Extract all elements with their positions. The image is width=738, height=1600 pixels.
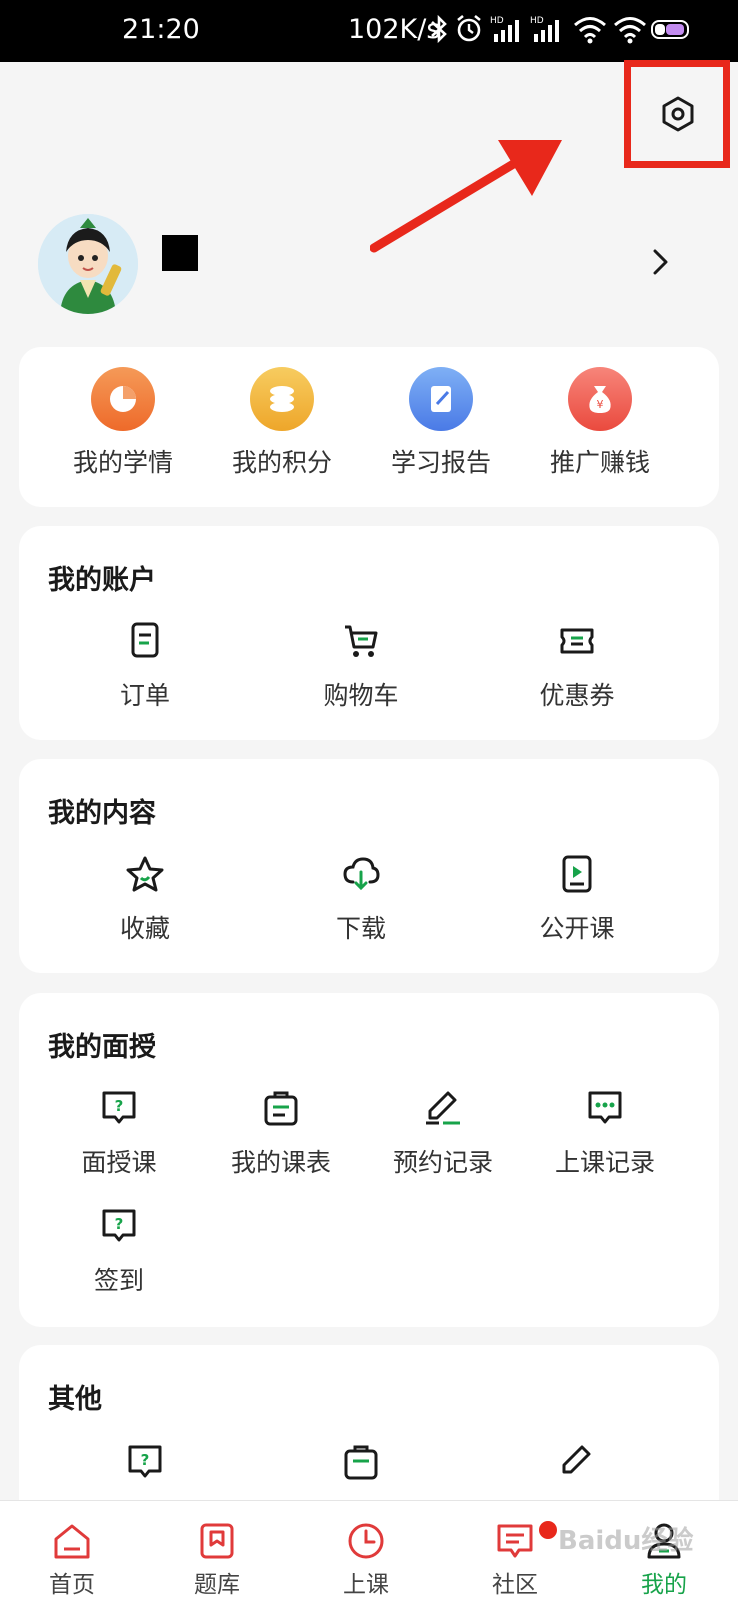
timetable-item[interactable]: 我的课表 [221, 1085, 341, 1179]
order-item[interactable]: 订单 [85, 618, 205, 712]
quick-action-label: 学习报告 [390, 448, 491, 477]
notebook-edit-icon [409, 367, 473, 431]
clock-icon [348, 1523, 384, 1559]
nav-label: 首页 [49, 1572, 95, 1598]
network-speed: 102K/s [348, 14, 441, 45]
check-in-label: 签到 [93, 1266, 144, 1295]
coupon-item[interactable]: 优惠券 [517, 618, 637, 712]
quick-action-label: 我的学情 [72, 448, 173, 477]
timetable-label: 我的课表 [230, 1148, 331, 1177]
face-teaching-card: 我的面授 ? 面授课 我的课表 预约记录 上课记录 ? 签到 [19, 993, 719, 1327]
shopping-cart-icon [301, 618, 421, 664]
svg-text:?: ? [141, 1451, 150, 1469]
status-time: 21:20 [122, 14, 200, 45]
avatar-cartoon-icon [38, 214, 138, 314]
quick-action-points[interactable]: 我的积分 [202, 367, 362, 479]
order-label: 订单 [119, 681, 170, 710]
section-title: 我的账户 [48, 565, 156, 596]
battery-icon [651, 20, 689, 39]
question-bubble-icon: ? [85, 1439, 205, 1485]
nickname-redacted [162, 235, 198, 271]
section-title: 我的面授 [48, 1032, 156, 1063]
status-bar: 21:20 102K/s HD HD [0, 0, 738, 62]
content-card: 我的内容 收藏 下载 公开课 [19, 759, 719, 973]
question-bubble-icon: ? [59, 1203, 179, 1249]
annotation-arrow [370, 140, 562, 253]
pie-chart-icon [91, 367, 155, 431]
favorites-item[interactable]: 收藏 [85, 851, 205, 945]
other-item[interactable]: ? [85, 1439, 205, 1485]
wifi-icon [614, 17, 646, 44]
home-icon [54, 1524, 90, 1559]
section-title: 我的内容 [48, 798, 156, 829]
booking-record-label: 预约记录 [392, 1148, 493, 1177]
check-in-item[interactable]: ? 签到 [59, 1203, 179, 1297]
wifi-icon [574, 17, 606, 44]
section-title: 其他 [48, 1384, 102, 1415]
hd-signal-icon: HD [530, 16, 559, 42]
question-bank-icon [200, 1523, 234, 1559]
nav-community[interactable]: 社区 [455, 1501, 575, 1600]
download-item[interactable]: 下载 [301, 851, 421, 945]
settings-highlight [624, 60, 730, 168]
svg-text:HD: HD [530, 16, 544, 26]
open-class-label: 公开课 [539, 914, 615, 943]
coins-stack-icon [250, 367, 314, 431]
nav-label: 社区 [492, 1572, 538, 1598]
community-chat-icon [497, 1524, 533, 1558]
quick-action-label: 我的积分 [231, 448, 332, 477]
nav-home[interactable]: 首页 [12, 1501, 132, 1600]
svg-text:?: ? [115, 1215, 124, 1233]
settings-hexagon-icon [662, 96, 694, 132]
hd-signal-icon: HD [490, 16, 519, 42]
order-document-icon [85, 618, 205, 664]
settings-button[interactable] [649, 85, 707, 143]
quick-actions-card: 我的学情 我的积分 学习报告 ¥ 推广赚钱 [19, 347, 719, 507]
download-label: 下载 [335, 914, 386, 943]
bluetooth-icon [431, 14, 447, 44]
notification-dot [539, 1521, 557, 1539]
svg-text:HD: HD [490, 16, 504, 26]
coupon-icon [517, 618, 637, 664]
coupon-label: 优惠券 [539, 681, 615, 710]
favorites-label: 收藏 [119, 914, 170, 943]
class-record-label: 上课记录 [554, 1148, 655, 1177]
quick-action-report[interactable]: 学习报告 [361, 367, 521, 479]
face-class-item[interactable]: ? 面授课 [59, 1085, 179, 1179]
cart-item[interactable]: 购物车 [301, 618, 421, 712]
nav-label: 上课 [343, 1572, 389, 1598]
alarm-icon [457, 14, 481, 42]
nav-label: 题库 [194, 1572, 240, 1598]
other-item[interactable] [301, 1439, 421, 1485]
chat-dots-icon [545, 1085, 665, 1131]
svg-text:?: ? [115, 1097, 124, 1115]
nav-question-bank[interactable]: 题库 [157, 1501, 277, 1600]
video-play-icon [517, 851, 637, 897]
other-item[interactable] [517, 1439, 637, 1485]
quick-action-study-status[interactable]: 我的学情 [43, 367, 203, 479]
cart-label: 购物车 [323, 681, 399, 710]
nav-label: 我的 [641, 1572, 687, 1598]
quick-action-label: 推广赚钱 [549, 448, 650, 477]
nav-class[interactable]: 上课 [306, 1501, 426, 1600]
watermark: Baidu经验 [558, 1526, 694, 1556]
class-record-item[interactable]: 上课记录 [545, 1085, 665, 1179]
svg-text:¥: ¥ [597, 398, 604, 411]
avatar[interactable] [38, 214, 138, 314]
question-bubble-icon: ? [59, 1085, 179, 1131]
booking-record-item[interactable]: 预约记录 [383, 1085, 503, 1179]
clipboard-schedule-icon [301, 1439, 421, 1485]
cloud-download-icon [301, 851, 421, 897]
money-bag-icon: ¥ [568, 367, 632, 431]
star-icon [85, 851, 205, 897]
pen-edit-icon [383, 1085, 503, 1131]
open-class-item[interactable]: 公开课 [517, 851, 637, 945]
chevron-right-icon[interactable] [652, 248, 670, 276]
clipboard-schedule-icon [221, 1085, 341, 1131]
quick-action-promote[interactable]: ¥ 推广赚钱 [520, 367, 680, 479]
account-card: 我的账户 订单 购物车 优惠券 [19, 526, 719, 740]
pen-edit-icon [517, 1439, 637, 1485]
face-class-label: 面授课 [81, 1148, 157, 1177]
